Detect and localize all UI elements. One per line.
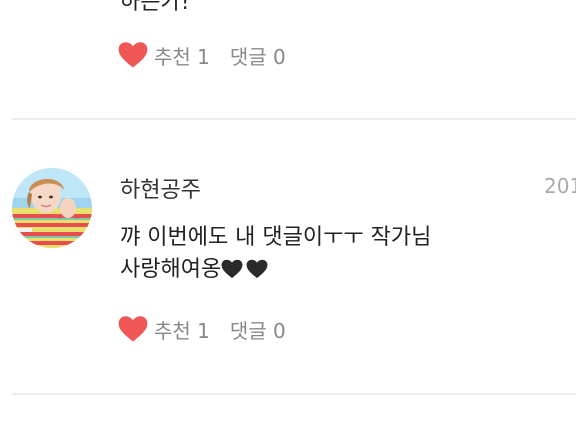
comment-author[interactable]: 하현공주: [120, 172, 201, 204]
comment-actions: 추천 1 댓글 0: [118, 40, 286, 70]
heart-icon[interactable]: [118, 41, 148, 69]
black-heart-icon: [246, 257, 268, 279]
avatar[interactable]: [12, 168, 92, 248]
emoji-group: [221, 257, 271, 279]
comment-list: 하는가! 추천 1 댓글 0 하현공주 201 꺄 이번에도 내 댓글이ㅜㅜ 작…: [0, 0, 576, 432]
reply-count[interactable]: 댓글 0: [230, 315, 286, 344]
like-count[interactable]: 추천 1: [154, 315, 210, 344]
heart-icon[interactable]: [118, 315, 148, 343]
black-heart-icon: [221, 257, 243, 279]
like-count[interactable]: 추천 1: [154, 41, 210, 70]
comment-actions: 추천 1 댓글 0: [118, 314, 286, 344]
comment-text: 꺄 이번에도 내 댓글이ㅜㅜ 작가님 사랑해여옹: [120, 225, 432, 282]
comment-body: 꺄 이번에도 내 댓글이ㅜㅜ 작가님 사랑해여옹: [120, 222, 550, 286]
comment-timestamp: 201: [544, 174, 576, 198]
comment-text: 하는가!: [120, 0, 190, 15]
reply-count[interactable]: 댓글 0: [230, 41, 286, 70]
divider: [12, 118, 576, 120]
divider: [12, 393, 576, 395]
